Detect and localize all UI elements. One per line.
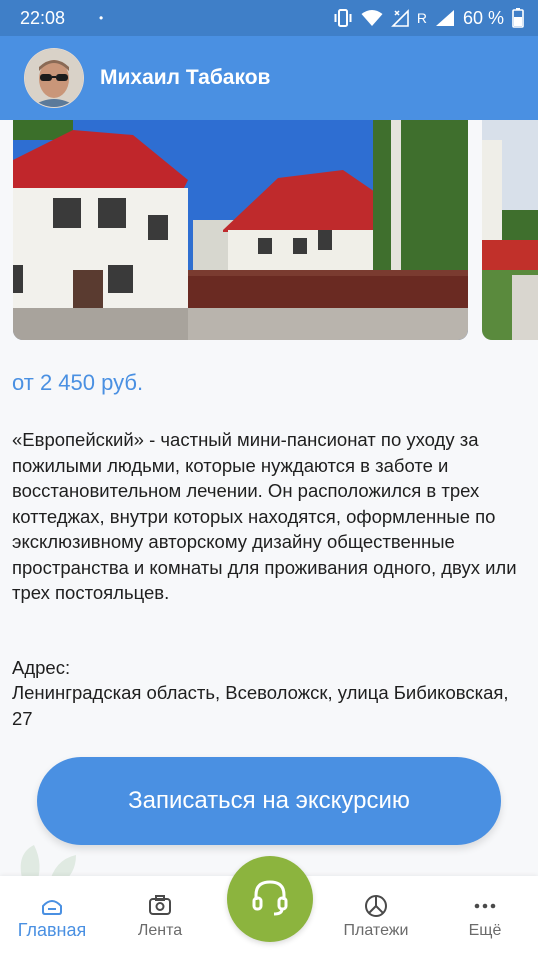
status-icons: R 60 % (333, 8, 524, 29)
notification-dot: • (99, 11, 104, 25)
battery-icon (512, 8, 524, 28)
building-photo[interactable] (13, 120, 468, 340)
user-name[interactable]: Михаил Табаков (100, 66, 270, 90)
signal-icon (435, 9, 455, 27)
app-header: Михаил Табаков (0, 36, 538, 120)
tab-payments-label: Платежи (343, 922, 409, 939)
wifi-icon (361, 9, 383, 27)
home-icon (40, 894, 64, 918)
tab-home-label: Главная (17, 920, 87, 940)
next-photo-preview[interactable] (482, 120, 538, 340)
address-label: Адрес: (12, 657, 71, 678)
tab-more[interactable]: Ещё (435, 876, 535, 960)
book-tour-button[interactable]: Записаться на экскурсию (37, 757, 501, 845)
payments-icon (364, 894, 388, 918)
status-time: 22:08 (20, 7, 66, 28)
headset-icon (249, 876, 291, 923)
status-bar: 22:08 • R 60 % (0, 0, 538, 36)
tab-home[interactable]: Главная (2, 876, 102, 960)
support-button[interactable] (227, 856, 313, 942)
roaming-indicator: R (416, 10, 427, 26)
tab-more-label: Ещё (468, 922, 502, 939)
tab-feed-label: Лента (137, 922, 183, 939)
tab-payments[interactable]: Платежи (326, 876, 426, 960)
price: от 2 450 руб. (12, 370, 144, 395)
signal-off-icon (390, 9, 409, 27)
more-icon (473, 894, 497, 918)
tab-feed[interactable]: Лента (110, 876, 210, 960)
vibrate-icon (333, 9, 353, 27)
address-text: Ленинградская область, Всеволожск, улица… (12, 682, 509, 729)
photo-carousel[interactable] (0, 120, 538, 342)
description-text: «Европейский» - частный мини-пансионат п… (12, 429, 517, 603)
avatar[interactable] (24, 48, 84, 108)
feed-icon (148, 894, 172, 918)
battery-level: 60 % (462, 7, 504, 28)
